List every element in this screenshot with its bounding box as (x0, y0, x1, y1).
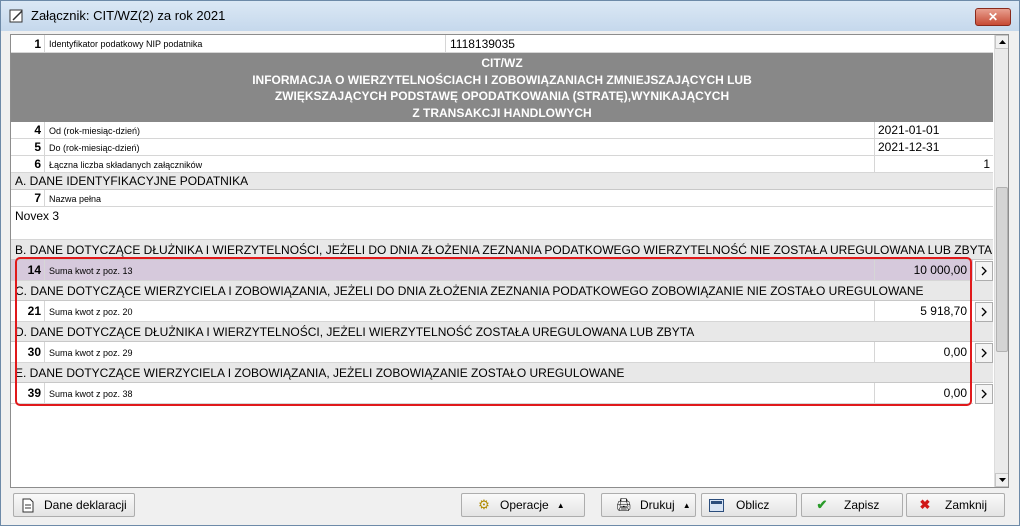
row-label: Nazwa pełna (49, 194, 102, 204)
calculator-icon (708, 497, 724, 513)
sum-14-field[interactable]: 10 000,00 (874, 260, 973, 280)
bottom-toolbar: Dane deklaracji ⚙ Operacje ▲ 🖨 Drukuj ▲ … (1, 490, 1019, 524)
header-line-3: ZWIĘKSZAJĄCYCH PODSTAWĘ OPODATKOWANIA (S… (274, 89, 730, 103)
form-row-attachment-count: 6 Łączna liczba składanych załączników 1 (11, 156, 993, 173)
form-row-date-from: 4 Od (rok-miesiąc-dzień) 2021-01-01 (11, 122, 993, 139)
zamknij-button[interactable]: ✖ Zamknij (906, 493, 1005, 517)
form-row-sum-21: 21 Suma kwot z poz. 20 5 918,70 (11, 301, 973, 322)
row-label: Suma kwot z poz. 38 (49, 389, 133, 399)
zapisz-button[interactable]: ✔ Zapisz (801, 493, 903, 517)
header-line-1: CIT/WZ (481, 56, 523, 70)
section-a-header: A. DANE IDENTYFIKACYJNE PODATNIKA (11, 173, 993, 190)
row-label: Identyfikator podatkowy NIP podatnika (49, 39, 203, 49)
form-row-sum-14: 14 Suma kwot z poz. 13 10 000,00 (11, 260, 973, 281)
chevron-right-icon (981, 266, 987, 276)
chevron-right-icon (981, 389, 987, 399)
scroll-thumb[interactable] (996, 187, 1008, 352)
form-content: 1 Identyfikator podatkowy NIP podatnika … (10, 34, 1009, 488)
sum-30-field[interactable]: 0,00 (874, 342, 973, 362)
zamknij-label: Zamknij (945, 498, 988, 512)
row-label: Suma kwot z poz. 20 (49, 307, 133, 317)
sum-21-field[interactable]: 5 918,70 (874, 301, 973, 321)
title-bar[interactable]: Załącznik: CIT/WZ(2) za rok 2021 ✕ (1, 1, 1019, 31)
gears-icon: ⚙ (478, 497, 490, 512)
caret-up-icon: ▲ (556, 500, 565, 510)
printer-icon: 🖨 (615, 497, 633, 512)
attachment-window: Załącznik: CIT/WZ(2) za rok 2021 ✕ 1 Ide… (0, 0, 1020, 526)
row-number: 5 (11, 139, 45, 155)
attachment-count-field[interactable]: 1 (874, 156, 993, 172)
zapisz-label: Zapisz (844, 498, 880, 512)
section-d-header: D. DANE DOTYCZĄCE DŁUŻNIKA I WIERZYTELNO… (11, 322, 993, 342)
form-header: CIT/WZ INFORMACJA O WIERZYTELNOŚCIACH I … (11, 53, 993, 122)
section-e-details-button[interactable] (975, 384, 993, 404)
row-number: 4 (11, 122, 45, 138)
operacje-label: Operacje (500, 498, 549, 512)
arrow-down-icon (999, 478, 1006, 482)
edit-document-icon (9, 9, 23, 23)
form-row-date-to: 5 Do (rok-miesiąc-dzień) 2021-12-31 (11, 139, 993, 156)
section-d-details-button[interactable] (975, 343, 993, 363)
chevron-right-icon (981, 307, 987, 317)
dane-deklaracji-button[interactable]: Dane deklaracji (13, 493, 135, 517)
header-line-4: Z TRANSAKCJI HANDLOWYCH (412, 105, 592, 120)
oblicz-label: Oblicz (736, 498, 770, 512)
row-number: 1 (11, 35, 45, 52)
form-row-full-name: 7 Nazwa pełna (11, 190, 993, 207)
row-label: Suma kwot z poz. 29 (49, 348, 133, 358)
row-number: 14 (11, 260, 45, 280)
section-b-header: B. DANE DOTYCZĄCE DŁUŻNIKA I WIERZYTELNO… (11, 240, 993, 260)
scroll-down-button[interactable] (995, 473, 1008, 487)
close-window-button[interactable]: ✕ (975, 8, 1011, 26)
checkmark-icon: ✔ (816, 497, 828, 512)
row-number: 39 (11, 383, 45, 403)
window-title: Załącznik: CIT/WZ(2) za rok 2021 (31, 8, 226, 23)
dane-deklaracji-label: Dane deklaracji (44, 498, 127, 512)
drukuj-label: Drukuj (640, 498, 675, 512)
row-label: Od (rok-miesiąc-dzień) (49, 126, 141, 136)
nip-field[interactable]: 1118139035 (445, 35, 993, 52)
date-from-field[interactable]: 2021-01-01 (874, 122, 993, 138)
form-row-sum-39: 39 Suma kwot z poz. 38 0,00 (11, 383, 973, 404)
chevron-right-icon (981, 348, 987, 358)
oblicz-button[interactable]: Oblicz (701, 493, 797, 517)
section-c-header: C. DANE DOTYCZĄCE WIERZYCIELA I ZOBOWIĄZ… (11, 281, 993, 301)
row-number: 21 (11, 301, 45, 321)
scroll-up-button[interactable] (995, 35, 1008, 49)
full-name-field[interactable]: Novex 3 (11, 207, 993, 240)
row-label: Łączna liczba składanych załączników (49, 160, 203, 170)
header-line-2: INFORMACJA O WIERZYTELNOŚCIACH I ZOBOWIĄ… (252, 72, 752, 87)
close-x-icon: ✖ (919, 497, 931, 512)
document-icon (20, 497, 36, 513)
section-b-details-button[interactable] (975, 261, 993, 281)
arrow-up-icon (999, 40, 1006, 44)
section-c-details-button[interactable] (975, 302, 993, 322)
row-number: 7 (11, 190, 45, 206)
drukuj-button[interactable]: 🖨 Drukuj ▲ (601, 493, 696, 517)
sum-39-field[interactable]: 0,00 (874, 383, 973, 403)
caret-up-icon: ▲ (682, 500, 691, 510)
form-row-sum-30: 30 Suma kwot z poz. 29 0,00 (11, 342, 973, 363)
operacje-button[interactable]: ⚙ Operacje ▲ (461, 493, 585, 517)
row-number: 6 (11, 156, 45, 172)
vertical-scrollbar[interactable] (994, 35, 1008, 487)
date-to-field[interactable]: 2021-12-31 (874, 139, 993, 155)
row-label: Do (rok-miesiąc-dzień) (49, 143, 140, 153)
row-label: Suma kwot z poz. 13 (49, 266, 133, 276)
form-row-nip: 1 Identyfikator podatkowy NIP podatnika … (11, 35, 993, 53)
row-number: 30 (11, 342, 45, 362)
section-e-header: E. DANE DOTYCZĄCE WIERZYCIELA I ZOBOWIĄZ… (11, 363, 993, 383)
